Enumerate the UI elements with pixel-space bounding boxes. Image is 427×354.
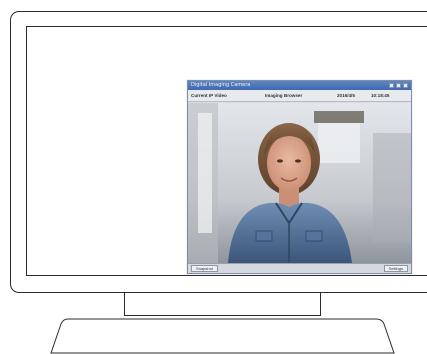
date-field: 2016/4/5 bbox=[337, 93, 355, 98]
maximize-icon[interactable] bbox=[396, 83, 401, 88]
minimize-icon[interactable] bbox=[389, 83, 394, 88]
camera-video-view[interactable] bbox=[188, 103, 411, 263]
settings-button[interactable]: Settings bbox=[383, 265, 408, 272]
window-statusbar: Snapshot Settings bbox=[188, 263, 411, 273]
camera-feed-image bbox=[188, 103, 411, 263]
monitor-stand-base bbox=[50, 318, 395, 354]
snapshot-button[interactable]: Snapshot bbox=[191, 265, 218, 272]
window-titlebar[interactable]: Digital Imaging Camera bbox=[188, 81, 411, 90]
camera-app-window: Digital Imaging Camera Current IP Video … bbox=[187, 80, 412, 274]
window-toolbar: Current IP Video Imaging Browser 2016/4/… bbox=[188, 90, 411, 102]
monitor-stand-neck bbox=[124, 292, 321, 316]
mode-field[interactable]: Imaging Browser bbox=[265, 93, 323, 98]
close-icon[interactable] bbox=[403, 83, 408, 88]
ip-field[interactable]: Current IP Video bbox=[191, 93, 249, 98]
time-field: 10:18:45 bbox=[371, 93, 390, 98]
window-title: Digital Imaging Camera bbox=[191, 82, 251, 88]
